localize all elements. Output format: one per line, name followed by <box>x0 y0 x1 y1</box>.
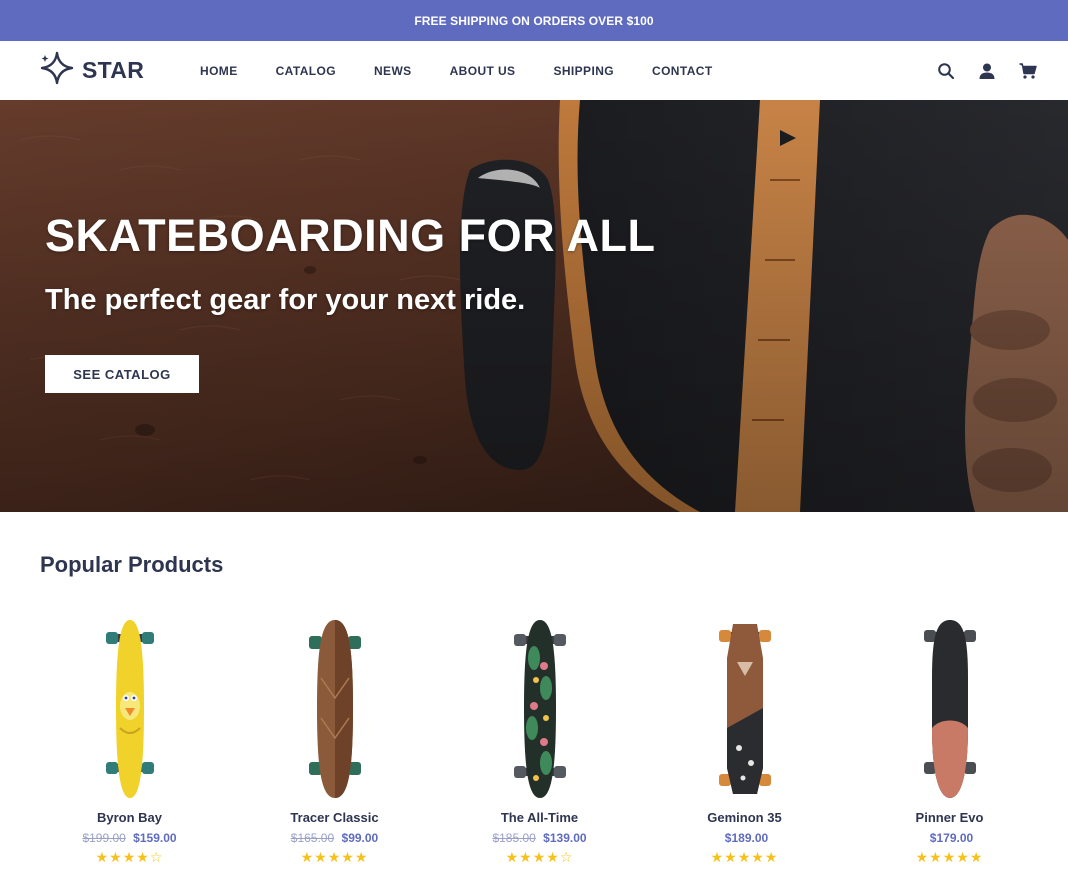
product-old-price: $185.00 <box>492 831 536 845</box>
product-image <box>308 620 361 798</box>
product-rating: ★★★★★ <box>710 849 779 865</box>
cart-icon[interactable] <box>1018 61 1038 81</box>
nav-contact[interactable]: CONTACT <box>652 64 713 78</box>
nav-news[interactable]: NEWS <box>374 64 412 78</box>
product-rating: ★★★★★ <box>915 849 984 865</box>
product-image <box>513 620 566 798</box>
nav-about-us[interactable]: ABOUT US <box>450 64 516 78</box>
hero-title: SKATEBOARDING FOR ALL <box>45 210 656 261</box>
product-rating: ★★★★☆ <box>95 849 164 865</box>
four-point-star-icon <box>40 51 74 90</box>
product-card[interactable]: Byron Bay $199.00 $159.00 ★★★★☆ <box>27 612 232 882</box>
nav-shipping[interactable]: SHIPPING <box>553 64 614 78</box>
product-sale-price: $99.00 <box>341 831 379 845</box>
header-icons <box>915 41 1038 100</box>
announcement-text: FREE SHIPPING ON ORDERS OVER $100 <box>414 13 654 28</box>
product-name: Byron Bay <box>96 810 163 825</box>
logo-text: STAR <box>82 56 145 83</box>
product-name: Tracer Classic <box>290 810 379 825</box>
product-price: $199.00 $159.00 <box>27 831 232 845</box>
search-icon[interactable] <box>936 61 956 81</box>
product-name: The All-Time <box>500 810 579 825</box>
main-nav: HOME CATALOG NEWS ABOUT US SHIPPING CONT… <box>200 41 751 100</box>
product-image <box>718 624 771 794</box>
hero-subtitle: The perfect gear for your next ride. <box>45 284 526 316</box>
see-catalog-button[interactable]: SEE CATALOG <box>45 355 199 393</box>
hero-banner: SKATEBOARDING FOR ALL The perfect gear f… <box>0 100 1068 512</box>
product-old-price: $199.00 <box>82 831 126 845</box>
product-price: $189.00 <box>642 831 847 845</box>
nav-catalog[interactable]: CATALOG <box>276 64 336 78</box>
nav-home[interactable]: HOME <box>200 64 238 78</box>
product-card[interactable]: Tracer Classic $165.00 $99.00 ★★★★★ <box>232 612 437 882</box>
product-price: $185.00 $139.00 <box>437 831 642 845</box>
product-price: $179.00 <box>847 831 1052 845</box>
product-old-price: $165.00 <box>290 831 335 845</box>
announcement-bar: FREE SHIPPING ON ORDERS OVER $100 <box>0 0 1068 41</box>
product-name: Pinner Evo <box>915 810 984 825</box>
product-card[interactable]: Pinner Evo $179.00 ★★★★★ <box>847 612 1052 882</box>
product-image <box>105 620 154 798</box>
product-price: $165.00 $99.00 <box>232 831 437 845</box>
product-rating: ★★★★☆ <box>505 849 574 865</box>
product-sale-price: $139.00 <box>543 831 587 845</box>
product-sale-price: $159.00 <box>133 831 177 845</box>
product-card[interactable]: The All-Time $185.00 $139.00 ★★★★☆ <box>437 612 642 882</box>
product-card[interactable]: Geminon 35 $189.00 ★★★★★ <box>642 612 847 882</box>
site-header: STAR HOME CATALOG NEWS ABOUT US SHIPPING… <box>0 41 1068 100</box>
product-sale-price: $179.00 <box>929 831 974 845</box>
product-grid: Byron Bay $199.00 $159.00 ★★★★☆ Tracer C… <box>27 612 1051 882</box>
section-title: Popular Products <box>40 552 224 577</box>
product-sale-price: $189.00 <box>724 831 769 845</box>
product-rating: ★★★★★ <box>300 849 369 865</box>
product-image <box>923 620 976 798</box>
product-name: Geminon 35 <box>707 810 782 825</box>
account-icon[interactable] <box>977 61 997 81</box>
logo[interactable]: STAR <box>40 51 145 90</box>
